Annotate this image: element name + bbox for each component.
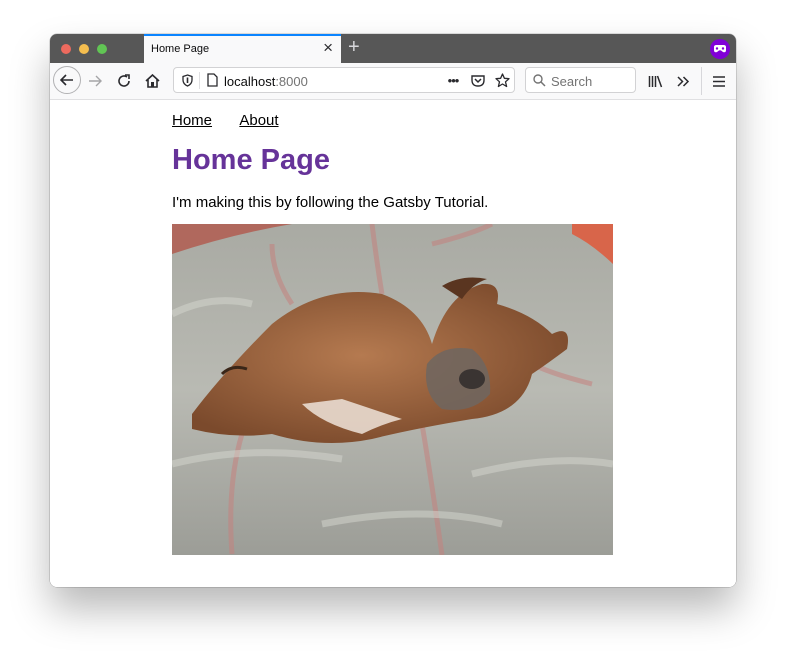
title-bar: Home Page × + [50, 34, 736, 63]
url-separator [199, 72, 200, 89]
toolbar-divider [701, 67, 702, 95]
url-port: :8000 [275, 74, 308, 89]
pocket-icon[interactable] [469, 71, 487, 89]
nav-link-about[interactable]: About [239, 112, 278, 129]
navigation-toolbar: localhost:8000 ••• Search [50, 63, 736, 100]
star-icon[interactable] [493, 71, 511, 89]
search-placeholder: Search [551, 74, 593, 89]
search-icon [532, 73, 547, 88]
tab-title: Home Page [151, 43, 210, 55]
document-icon [204, 72, 220, 88]
home-icon[interactable] [142, 71, 162, 91]
site-nav: Home About [172, 112, 303, 129]
arrow-right-icon[interactable] [86, 72, 104, 90]
window-minimize-button[interactable] [79, 44, 89, 54]
ellipsis-icon[interactable]: ••• [444, 72, 462, 88]
intro-text: I'm making this by following the Gatsby … [172, 194, 489, 211]
chevron-double-right-icon[interactable] [673, 71, 693, 91]
private-browsing-mask-icon[interactable] [710, 39, 730, 59]
browser-window: Home Page × + localhost:8000 ••• Search … [50, 34, 736, 587]
hamburger-menu-icon[interactable] [709, 71, 729, 91]
url-text[interactable]: localhost:8000 [224, 74, 308, 89]
shield-icon[interactable] [179, 72, 195, 88]
reload-icon[interactable] [114, 71, 134, 91]
library-icon[interactable] [646, 71, 664, 91]
dog-photo [172, 224, 613, 555]
nav-link-home[interactable]: Home [172, 112, 212, 129]
close-icon[interactable]: × [323, 39, 333, 57]
search-input[interactable]: Search [525, 67, 636, 93]
url-bar[interactable]: localhost:8000 ••• [173, 67, 515, 93]
page-content: Home About Home Page I'm making this by … [50, 100, 736, 587]
window-maximize-button[interactable] [97, 44, 107, 54]
arrow-left-icon[interactable] [53, 66, 81, 94]
url-host: localhost [224, 74, 276, 89]
page-title: Home Page [172, 144, 330, 176]
plus-icon[interactable]: + [348, 36, 360, 58]
window-close-button[interactable] [61, 44, 71, 54]
dog-photo-illustration [172, 224, 613, 555]
tab-home-page[interactable]: Home Page × [144, 34, 341, 63]
